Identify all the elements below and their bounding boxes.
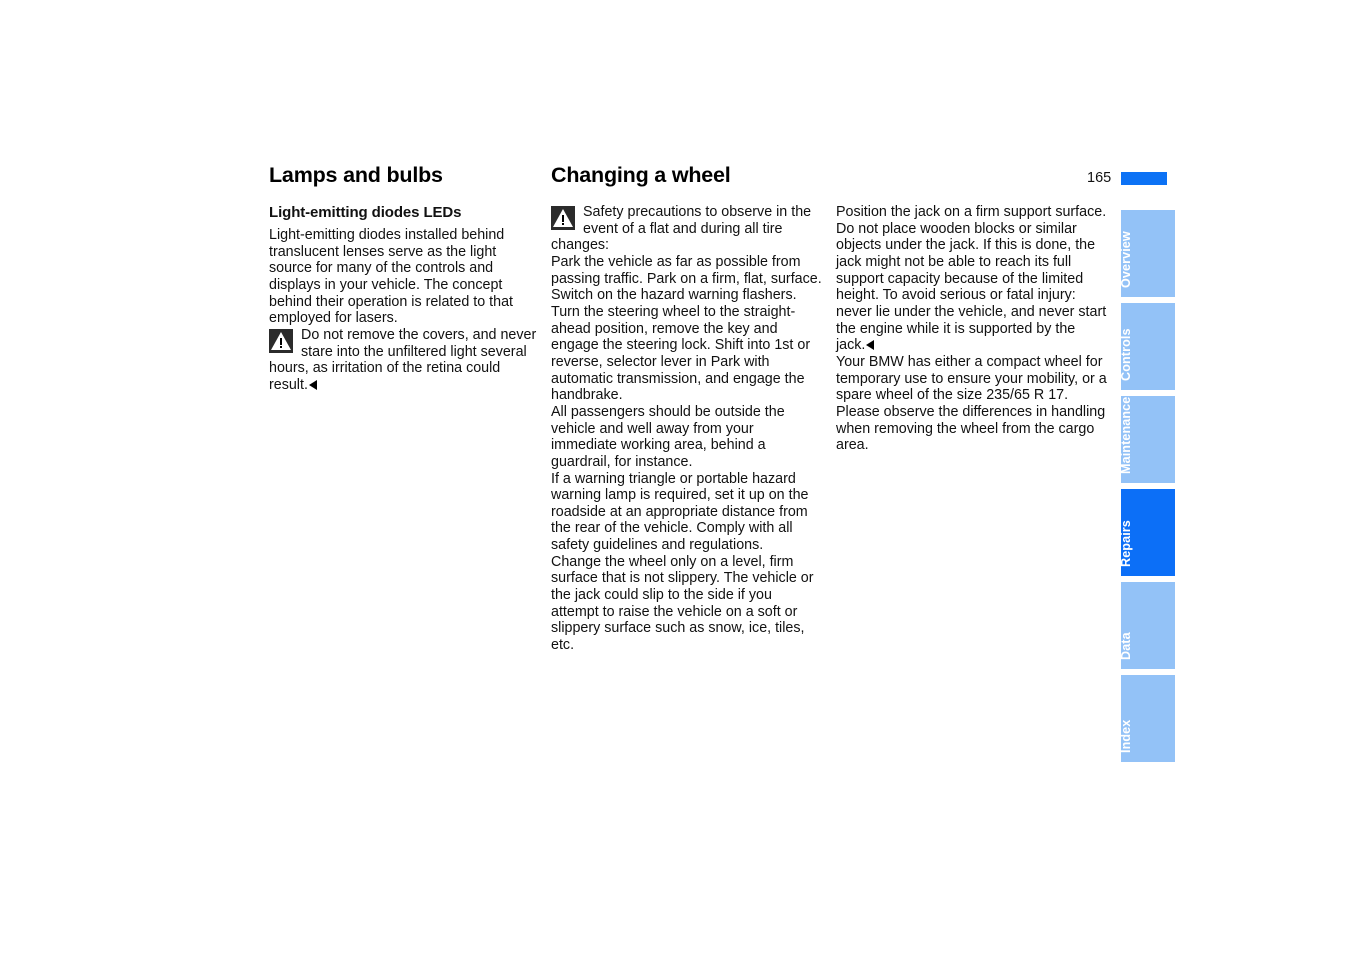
tab-data-label: Data <box>1121 632 1133 660</box>
header-accent-rule <box>1121 172 1167 185</box>
section-tab-strip: Overview Controls Maintenance Repairs Da… <box>1121 210 1175 770</box>
tab-data[interactable]: Data <box>1121 582 1175 669</box>
manual-page: Lamps and bulbs Changing a wheel 165 Lig… <box>0 0 1351 954</box>
page-number: 165 <box>1087 170 1112 186</box>
warning-triangle-icon <box>551 206 575 230</box>
tab-index[interactable]: Index <box>1121 675 1175 762</box>
warning-triangle-icon <box>269 328 293 353</box>
subheading-light-emitting-diodes: Light-emitting diodes LEDs <box>269 204 462 221</box>
paragraph-park-vehicle: Park the vehicle as far as possible from… <box>551 253 822 304</box>
paragraph-steering-wheel: Turn the steering wheel to the straight-… <box>551 303 811 404</box>
warning-block-wheel: Safety precautions to observe in the eve… <box>551 204 822 254</box>
section-heading-changing-a-wheel: Changing a wheel <box>551 163 731 187</box>
text-column-2: Safety precautions to observe in the eve… <box>551 204 822 654</box>
tab-maintenance[interactable]: Maintenance <box>1121 396 1175 483</box>
warning-text-wheel-intro: Safety precautions to observe in the eve… <box>551 204 812 254</box>
paragraph-wooden-blocks-text: Do not place wooden blocks or similar ob… <box>836 220 1107 354</box>
tab-index-label: Index <box>1121 719 1133 753</box>
tab-repairs-label: Repairs <box>1121 520 1133 567</box>
paragraph-spare-wheel: Your BMW has either a compact wheel for … <box>836 353 1107 454</box>
end-of-section-marker-icon <box>308 379 317 390</box>
warning-block-lamps: Do not remove the covers, and never star… <box>269 327 541 394</box>
paragraph-wooden-blocks: Do not place wooden blocks or similar ob… <box>836 221 1108 354</box>
paragraph-led-description: Light-emitting diodes installed behind t… <box>269 227 514 327</box>
paragraph-level-surface: Change the wheel only on a level, firm s… <box>551 553 814 654</box>
tab-controls[interactable]: Controls <box>1121 303 1175 390</box>
paragraph-position-jack: Position the jack on a firm support surf… <box>836 204 1107 220</box>
tab-repairs[interactable]: Repairs <box>1121 489 1175 576</box>
paragraph-warning-triangle: If a warning triangle or portable hazard… <box>551 470 809 554</box>
section-heading-lamps-and-bulbs: Lamps and bulbs <box>269 163 443 187</box>
tab-maintenance-label: Maintenance <box>1121 396 1133 474</box>
tab-overview-label: Overview <box>1121 231 1133 288</box>
paragraph-passengers-outside: All passengers should be outside the veh… <box>551 403 785 470</box>
text-column-3: Position the jack on a firm support surf… <box>836 204 1108 454</box>
text-column-1: Light-emitting diodes LEDs Light-emittin… <box>269 204 541 394</box>
end-of-section-marker-icon <box>866 340 875 351</box>
tab-overview[interactable]: Overview <box>1121 210 1175 297</box>
tab-controls-label: Controls <box>1121 328 1133 381</box>
